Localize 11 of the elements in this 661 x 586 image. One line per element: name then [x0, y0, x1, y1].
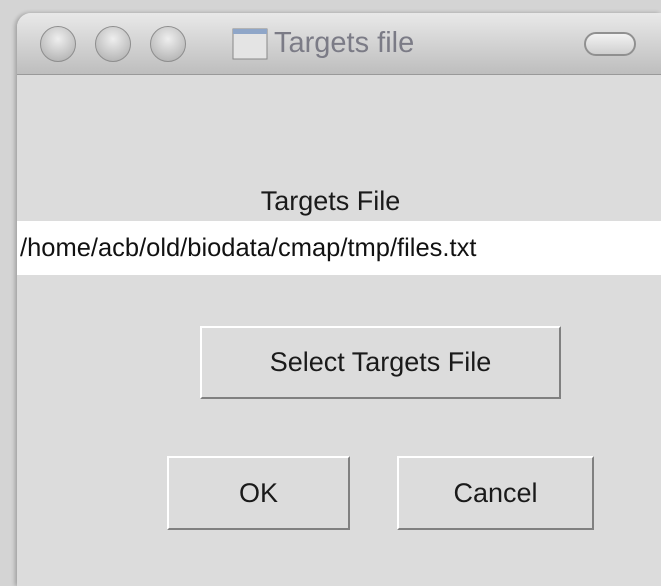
window-title: Targets file	[274, 26, 414, 61]
cancel-button[interactable]: Cancel	[397, 456, 594, 530]
field-label: Targets File	[260, 186, 400, 216]
zoom-button[interactable]	[150, 26, 186, 62]
close-button[interactable]	[40, 26, 76, 62]
path-field[interactable]: /home/acb/old/biodata/cmap/tmp/files.txt	[17, 221, 661, 275]
ok-button[interactable]: OK	[167, 456, 350, 530]
minimize-button[interactable]	[95, 26, 131, 62]
select-file-button[interactable]: Select Targets File	[200, 326, 561, 399]
window-icon	[232, 28, 268, 60]
toolbar-toggle-button[interactable]	[584, 32, 636, 56]
